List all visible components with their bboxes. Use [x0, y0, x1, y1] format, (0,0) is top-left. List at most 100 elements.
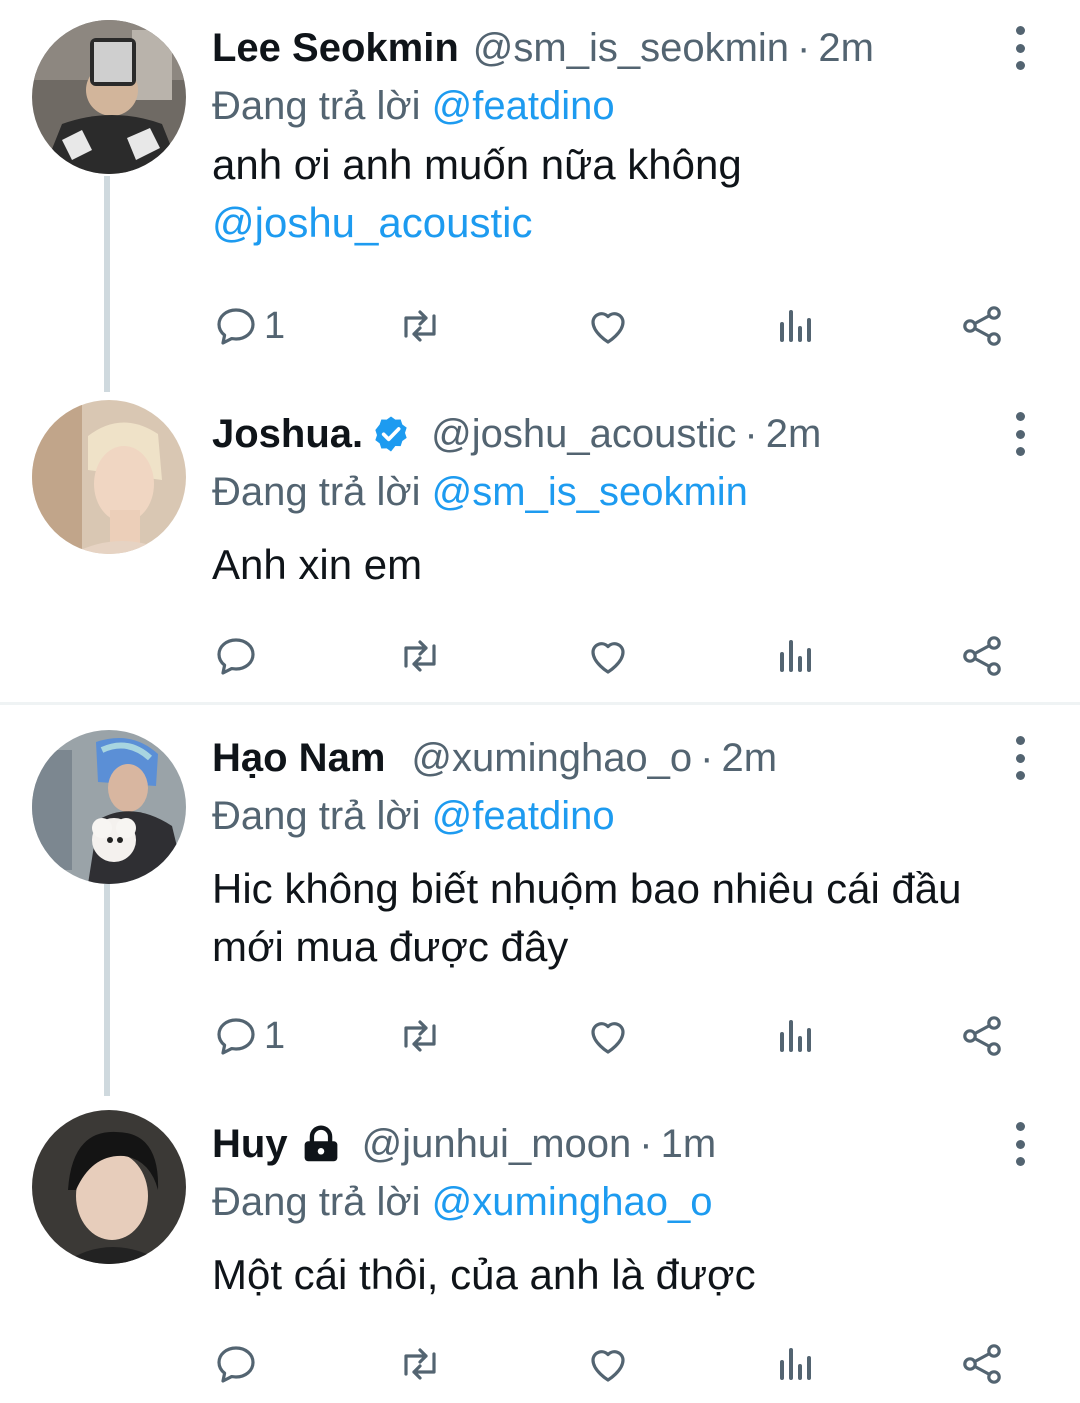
reply-button[interactable]: 1 [212, 1006, 285, 1066]
reply-icon [217, 1018, 255, 1055]
reply-count: 1 [264, 1014, 286, 1057]
share-button[interactable] [958, 1006, 1006, 1066]
reply-icon [217, 308, 255, 345]
analytics-icon [780, 640, 811, 672]
tweet-mention-link[interactable]: @joshu_acoustic [212, 194, 1020, 252]
like-button[interactable] [584, 296, 632, 356]
replying-to-mention[interactable]: @xuminghao_o [432, 1180, 713, 1224]
tweet-header: Lee Seokmin @sm_is_seokmin · 2m [212, 20, 990, 76]
like-button[interactable] [584, 1006, 632, 1066]
thread-line [104, 884, 110, 1096]
like-icon [591, 1350, 625, 1382]
tweet-hao-nam[interactable]: Hạo Nam @xuminghao_o · 2m Đang trả lời @… [0, 706, 1080, 1096]
analytics-button[interactable] [772, 626, 820, 686]
retweet-button[interactable] [396, 1334, 444, 1394]
replying-to: Đang trả lời @sm_is_seokmin [212, 464, 748, 520]
share-icon [963, 636, 1001, 676]
verified-icon [375, 416, 407, 452]
analytics-icon [780, 1348, 811, 1380]
separator-dot: · [744, 412, 758, 456]
replying-to-label: Đang trả lời [212, 1180, 421, 1224]
more-icon[interactable] [1008, 736, 1032, 780]
tweet-huy[interactable]: Huy @junhui_moon · 1m Đang trả lời @xumi… [0, 1092, 1080, 1403]
reply-button[interactable]: 1 [212, 296, 285, 356]
replying-to: Đang trả lời @xuminghao_o [212, 1174, 712, 1230]
reply-icon [217, 1346, 255, 1383]
tweet-text: Anh xin em [212, 541, 423, 588]
more-icon[interactable] [1008, 1122, 1032, 1166]
tweet-text: Một cái thôi, của anh là được [212, 1251, 756, 1298]
display-name[interactable]: Lee Seokmin [212, 20, 459, 76]
display-name[interactable]: Hạo Nam [212, 730, 385, 786]
thread-divider [0, 702, 1080, 705]
analytics-button[interactable] [772, 296, 820, 356]
retweet-icon [404, 640, 436, 672]
replying-to-mention[interactable]: @featdino [432, 794, 615, 838]
action-bar [212, 626, 1020, 686]
share-icon [963, 306, 1001, 346]
user-handle[interactable]: @junhui_moon [362, 1116, 632, 1172]
more-icon[interactable] [1008, 26, 1032, 70]
share-button[interactable] [958, 296, 1006, 356]
lock-icon [304, 1125, 337, 1162]
tweet-text: anh ơi anh muốn nữa không @joshu_acousti… [212, 136, 1020, 252]
reply-count: 1 [264, 304, 286, 347]
like-icon [591, 1022, 625, 1054]
action-bar [212, 1334, 1020, 1394]
avatar[interactable] [32, 1110, 186, 1264]
retweet-button[interactable] [396, 1006, 444, 1066]
separator-dot: · [639, 1122, 653, 1166]
replying-to-label: Đang trả lời [212, 794, 421, 838]
separator-dot: · [797, 26, 811, 70]
user-handle[interactable]: @joshu_acoustic [431, 406, 736, 462]
like-icon [591, 642, 625, 674]
avatar[interactable] [32, 20, 186, 174]
replying-to: Đang trả lời @featdino [212, 788, 615, 844]
tweet-header: Joshua. @joshu_acoustic · 2m [212, 406, 990, 462]
timestamp[interactable]: 1m [661, 1116, 717, 1172]
like-icon [591, 312, 625, 344]
thread-line [104, 176, 110, 392]
tweet-text: Hic không biết nhuộm bao nhiêu cái đầu m… [212, 865, 962, 970]
reply-icon [217, 638, 255, 675]
tweet-header: Hạo Nam @xuminghao_o · 2m [212, 730, 990, 786]
retweet-icon [404, 310, 436, 342]
user-handle[interactable]: @xuminghao_o [411, 730, 692, 786]
timestamp[interactable]: 2m [722, 730, 778, 786]
share-icon [963, 1344, 1001, 1384]
timestamp[interactable]: 2m [766, 406, 822, 462]
action-bar: 1 [212, 296, 1020, 356]
avatar[interactable] [32, 400, 186, 554]
retweet-button[interactable] [396, 296, 444, 356]
more-icon[interactable] [1008, 412, 1032, 456]
tweet-text-line: anh ơi anh muốn nữa không [212, 141, 742, 188]
display-name[interactable]: Huy [212, 1116, 288, 1172]
separator-dot: · [700, 736, 714, 780]
replying-to: Đang trả lời @featdino [212, 78, 615, 134]
action-bar: 1 [212, 1006, 1020, 1066]
like-button[interactable] [584, 626, 632, 686]
analytics-icon [780, 1020, 811, 1052]
analytics-button[interactable] [772, 1334, 820, 1394]
share-button[interactable] [958, 1334, 1006, 1394]
analytics-icon [780, 310, 811, 342]
share-icon [963, 1016, 1001, 1056]
display-name[interactable]: Joshua. [212, 406, 363, 462]
share-button[interactable] [958, 626, 1006, 686]
replying-to-mention[interactable]: @featdino [432, 84, 615, 128]
replying-to-label: Đang trả lời [212, 84, 421, 128]
tweet-header: Huy @junhui_moon · 1m [212, 1116, 990, 1172]
retweet-button[interactable] [396, 626, 444, 686]
replying-to-label: Đang trả lời [212, 470, 421, 514]
reply-button[interactable] [212, 626, 264, 686]
replying-to-mention[interactable]: @sm_is_seokmin [432, 470, 748, 514]
tweet-lee-seokmin[interactable]: Lee Seokmin @sm_is_seokmin · 2m Đang trả… [0, 0, 1080, 392]
timestamp[interactable]: 2m [818, 20, 874, 76]
avatar[interactable] [32, 730, 186, 884]
like-button[interactable] [584, 1334, 632, 1394]
user-handle[interactable]: @sm_is_seokmin [473, 20, 789, 76]
reply-button[interactable] [212, 1334, 264, 1394]
tweet-joshua[interactable]: Joshua. @joshu_acoustic · 2m Đang trả lờ… [0, 388, 1080, 702]
retweet-icon [404, 1348, 436, 1380]
analytics-button[interactable] [772, 1006, 820, 1066]
